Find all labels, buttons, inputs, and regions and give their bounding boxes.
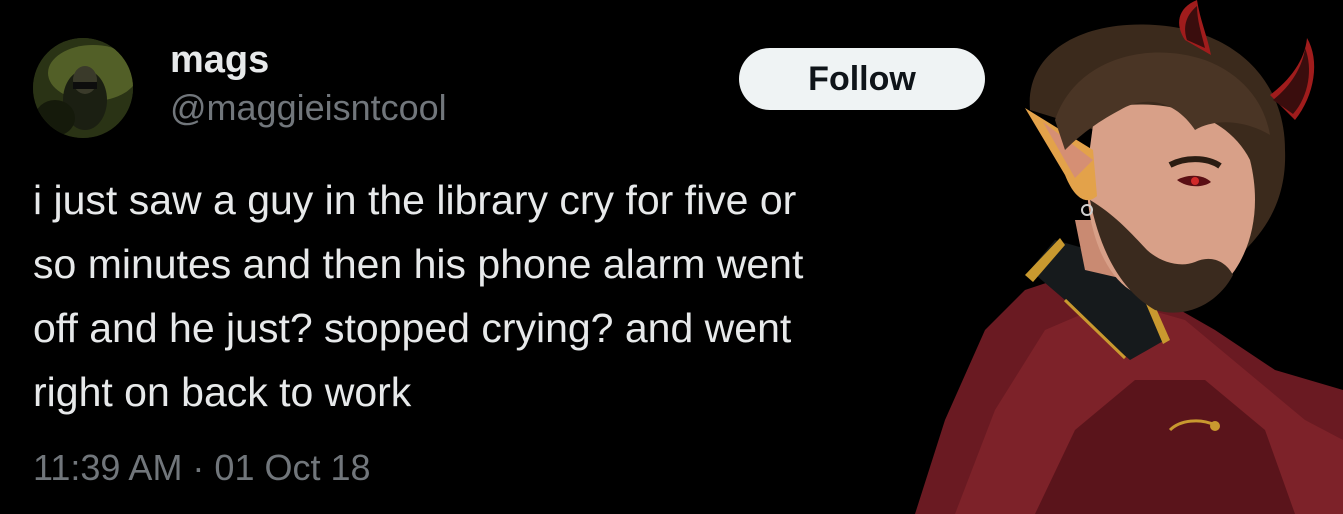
tweet-text-line: so minutes and then his phone alarm went [33, 241, 804, 287]
avatar-photo [33, 38, 133, 138]
character-art [915, 0, 1343, 514]
author-display-name[interactable]: mags [170, 38, 269, 82]
tweet-text-line: i just saw a guy in the library cry for … [33, 177, 797, 223]
avatar[interactable] [33, 38, 133, 138]
tweet-text: i just saw a guy in the library cry for … [33, 168, 1023, 424]
author-handle[interactable]: @maggieisntcool [170, 86, 447, 130]
tweet-timestamp[interactable]: 11:39 AM · 01 Oct 18 [33, 440, 371, 496]
tweet-card: mags @maggieisntcool Follow i just saw a… [0, 0, 1343, 514]
tweet-text-line: off and he just? stopped crying? and wen… [33, 305, 792, 351]
tweet-text-line: right on back to work [33, 369, 412, 415]
demon-character-illustration [915, 0, 1343, 514]
